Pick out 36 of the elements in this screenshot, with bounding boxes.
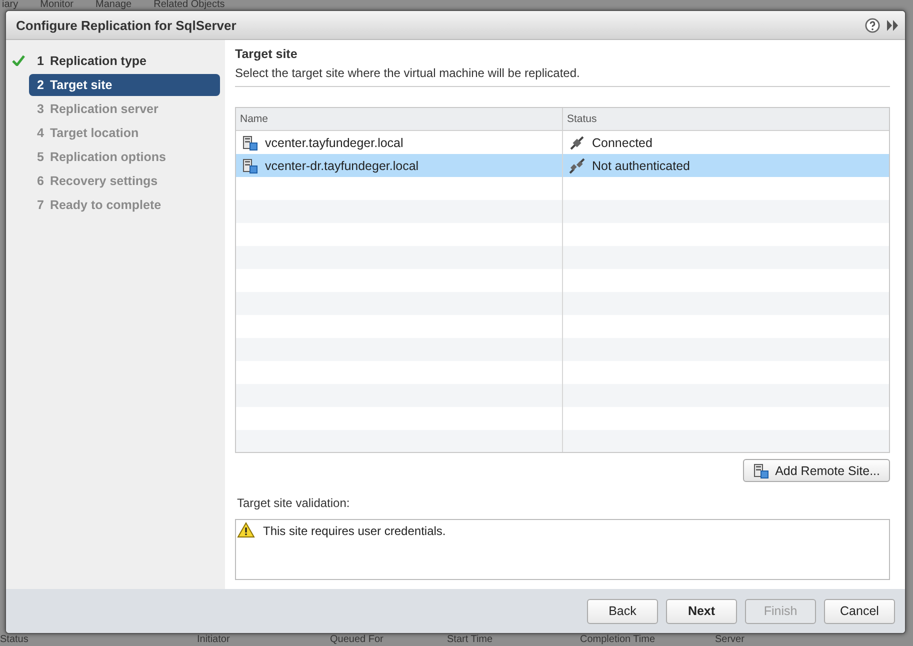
background-tab-label: Manage bbox=[95, 0, 132, 10]
site-name: vcenter-dr.tayfundeger.local bbox=[265, 158, 419, 172]
background-tab-label: Related Objects bbox=[154, 0, 225, 10]
validation-message: This site requires user credentials. bbox=[263, 524, 446, 538]
footer-button[interactable]: Next bbox=[666, 598, 737, 624]
server-site-icon bbox=[753, 462, 770, 479]
server-site-icon bbox=[242, 158, 258, 174]
site-status: Connected bbox=[592, 136, 652, 150]
column-header[interactable]: Name bbox=[236, 108, 563, 131]
unplugged-icon bbox=[569, 158, 585, 174]
section-heading: Target site bbox=[235, 47, 298, 61]
background-column-header: Status bbox=[0, 634, 30, 646]
site-name: vcenter.tayfundeger.local bbox=[265, 136, 404, 150]
wizard-step[interactable]: 1 Replication type bbox=[29, 50, 220, 72]
background-column-header: Queued For bbox=[330, 634, 384, 646]
section-description: Select the target site where the virtual machine will be replicated. bbox=[235, 66, 890, 87]
add-remote-site-button[interactable]: Add Remote Site... bbox=[743, 459, 890, 482]
background-column-header: Initiator bbox=[197, 634, 231, 646]
background-tab-label: Monitor bbox=[40, 0, 74, 10]
table-row[interactable]: vcenter-dr.tayfundeger.local Not authenticated bbox=[236, 154, 889, 177]
background-column-header: Start Time bbox=[447, 634, 494, 646]
warning-icon bbox=[237, 522, 255, 538]
background-column-header: Completion Time bbox=[580, 634, 656, 646]
footer-button[interactable]: Cancel bbox=[824, 598, 895, 624]
checkmark-icon bbox=[12, 55, 25, 66]
wizard-step[interactable]: 2 Target site bbox=[29, 74, 220, 96]
server-site-icon bbox=[242, 134, 258, 150]
plug-icon bbox=[569, 134, 585, 150]
site-status: Not authenticated bbox=[592, 158, 690, 172]
background-column-header: Server bbox=[715, 634, 746, 646]
expand-icon[interactable] bbox=[886, 18, 899, 32]
footer-button[interactable]: Back bbox=[587, 598, 658, 624]
help-icon[interactable] bbox=[865, 18, 880, 32]
background-tab-label: iary bbox=[2, 0, 18, 10]
dialog-title: Configure Replication for SqlServer bbox=[16, 18, 236, 32]
validation-label: Target site validation: bbox=[237, 496, 351, 510]
